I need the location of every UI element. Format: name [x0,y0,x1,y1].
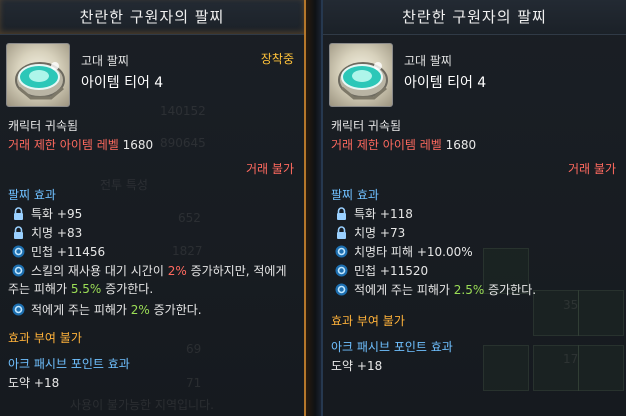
level-requirement: 거래 제한 아이템 레벨 1680 [331,136,618,155]
orb-icon [12,264,25,277]
stat-row: 치명타 피해 +10.00% [331,243,618,262]
lock-icon [12,207,25,220]
item-title: 찬란한 구원자의 팔찌 [0,0,304,35]
divider [306,0,321,416]
ark-header: 아크 패시브 포인트 효과 [8,357,130,371]
bracelet-icon [6,43,70,107]
level-req-label: 거래 제한 아이템 레벨 [331,138,442,152]
orb-icon [335,283,348,296]
item-grade: 고대 팔찌 [404,54,452,68]
bracelet-icon [329,43,393,107]
orb-icon [335,245,348,258]
stat-row: 민첩 +11520 [331,262,618,281]
item-title: 찬란한 구원자의 팔찌 [323,0,626,35]
ark-value: 도약 +18 [331,359,383,373]
ark-header: 아크 패시브 포인트 효과 [331,340,453,354]
stat-row: 치명 +73 [331,224,618,243]
lock-icon [335,207,348,220]
compare-item-tooltip: 35 17 찬란한 구원자의 팔찌 고대 팔찌 아이템 티어 4 캐릭터 귀속됨… [321,0,626,416]
stat-row: 치명 +83 [8,224,296,243]
equipped-item-tooltip: 140152 890645 전투 특성 652 1827 69 71 사용이 불… [0,0,306,416]
trade-status: 거래 불가 [568,162,616,176]
effect-header: 팔찌 효과 [331,188,379,202]
grant-status: 효과 부여 불가 [8,331,82,345]
equipped-badge: 장착중 [260,52,294,66]
grant-status: 효과 부여 불가 [331,314,405,328]
level-requirement: 거래 제한 아이템 레벨 1680 [8,136,296,155]
orb-icon [12,303,25,316]
lock-icon [335,226,348,239]
orb-icon [335,264,348,277]
item-tier: 아이템 티어 4 [81,75,164,91]
bound-status: 캐릭터 귀속됨 [331,119,402,133]
stat-row: 특화 +95 [8,205,296,224]
special-effect: 적에게 주는 피해가 2.5% 증가한다. [331,281,618,300]
stat-row: 민첩 +11456 [8,243,296,262]
stat-row: 특화 +118 [331,205,618,224]
level-req-value: 1680 [445,138,477,152]
item-tier: 아이템 티어 4 [404,75,487,91]
bg-text: 사용이 불가능한 지역입니다. [70,398,214,412]
ark-value: 도약 +18 [8,376,60,390]
item-grade: 고대 팔찌 [81,54,129,68]
bound-status: 캐릭터 귀속됨 [8,119,79,133]
level-req-value: 1680 [122,138,154,152]
orb-icon [12,245,25,258]
lock-icon [12,226,25,239]
effect-header: 팔찌 효과 [8,188,56,202]
item-header: 고대 팔찌 아이템 티어 4 [329,43,626,107]
level-req-label: 거래 제한 아이템 레벨 [8,138,119,152]
special-effect: 스킬의 재사용 대기 시간이 2% 증가하지만, 적에게 주는 피해가 5.5% … [8,264,287,296]
item-header: 고대 팔찌 아이템 티어 4 장착중 [6,43,304,107]
special-effect: 적에게 주는 피해가 2% 증가한다. [8,301,296,320]
trade-status: 거래 불가 [246,162,294,176]
